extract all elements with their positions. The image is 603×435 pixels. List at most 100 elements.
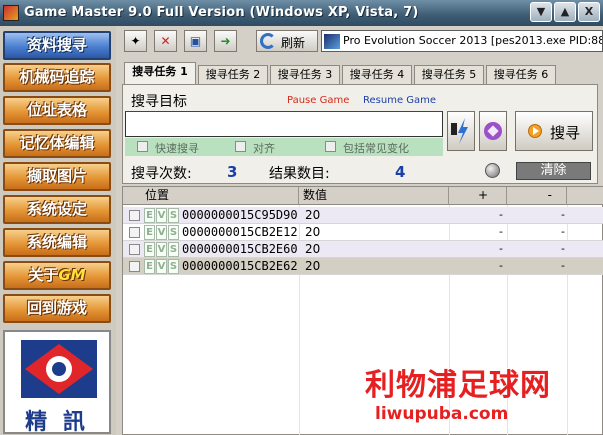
save-badge-icon: S [168, 225, 179, 240]
row-plus[interactable]: - [499, 225, 503, 238]
close-button[interactable]: X [578, 2, 600, 22]
row-checkbox[interactable] [129, 261, 140, 272]
include-variations-label: 包括常见变化 [343, 142, 409, 155]
watermark: 利物浦足球网 liwupuba.com [365, 360, 603, 435]
search-tool-button[interactable] [479, 111, 507, 151]
row-minus[interactable]: - [561, 259, 565, 272]
sidebar-item-data-search[interactable]: 资料搜寻 [3, 31, 111, 60]
search-target-label: 搜寻目标 [131, 94, 187, 110]
sidebar-item-system-settings[interactable]: 系统设定 [3, 195, 111, 224]
result-count-label: 结果数目: [269, 166, 330, 182]
table-header: 位置 数值 + - [123, 187, 603, 205]
gm-logo-mark: GM [58, 266, 86, 284]
include-variations-checkbox[interactable] [325, 141, 336, 152]
row-plus[interactable]: - [499, 242, 503, 255]
column-header-plus[interactable]: + [449, 187, 507, 205]
process-name: Pro Evolution Soccer 2013 [pes2013.exe P… [343, 34, 603, 47]
brand-logo-icon [21, 340, 97, 398]
maximize-button[interactable]: ▲ [554, 2, 576, 22]
tab-search-task-4[interactable]: 搜寻任务 4 [342, 65, 412, 84]
refresh-icon [260, 33, 276, 49]
save-badge-icon: S [168, 242, 179, 257]
refresh-button[interactable]: 刷新 [256, 30, 318, 52]
tab-search-task-2[interactable]: 搜寻任务 2 [198, 65, 268, 84]
tab-search-task-3[interactable]: 搜寻任务 3 [270, 65, 340, 84]
column-header-value[interactable]: 数值 [299, 187, 449, 205]
sidebar-item-memory-edit[interactable]: 记忆体编辑 [3, 129, 111, 158]
row-address: 0000000015C95D90 [182, 208, 298, 222]
row-minus[interactable]: - [561, 208, 565, 221]
toolbar-stop-button[interactable]: ✕ [154, 30, 177, 52]
search-count-label: 搜寻次数: [131, 166, 192, 182]
table-row[interactable]: E V S 0000000015C95D90 20 - - [123, 207, 603, 224]
app-icon [3, 5, 19, 21]
column-header-minus[interactable]: - [507, 187, 567, 205]
column-header-address[interactable]: 位置 [123, 187, 299, 205]
brand-logo-text: 精 訊 [25, 410, 89, 435]
sidebar-item-address-table[interactable]: 位址表格 [3, 96, 111, 125]
sidebar: 资料搜寻 机械码追踪 位址表格 记忆体编辑 撷取图片 系统设定 系统编辑 关于G… [0, 26, 116, 435]
edit-badge-icon: E [144, 225, 155, 240]
search-value-input[interactable] [125, 111, 443, 137]
tab-search-task-5[interactable]: 搜寻任务 5 [414, 65, 484, 84]
view-badge-icon: V [156, 242, 167, 257]
row-address: 0000000015CB2E12 [182, 225, 298, 239]
save-badge-icon: S [168, 259, 179, 274]
clear-button[interactable]: 清除 [516, 162, 591, 180]
toolbar-plugin-button[interactable]: ✦ [124, 30, 147, 52]
view-badge-icon: V [156, 208, 167, 223]
tab-search-task-6[interactable]: 搜寻任务 6 [486, 65, 556, 84]
table-row[interactable]: E V S 0000000015CB2E60 20 - - [123, 241, 603, 258]
sidebar-item-capture-image[interactable]: 撷取图片 [3, 162, 111, 191]
game-process-icon [324, 34, 340, 49]
pause-game-link[interactable]: Pause Game [287, 95, 349, 106]
view-badge-icon: V [156, 259, 167, 274]
align-checkbox[interactable] [235, 141, 246, 152]
sidebar-item-system-edit[interactable]: 系统编辑 [3, 228, 111, 257]
minimize-button[interactable]: ▼ [530, 2, 552, 22]
sidebar-item-about[interactable]: 关于GM [3, 261, 111, 290]
search-button-label: 搜寻 [550, 124, 581, 142]
search-button[interactable]: 搜寻 [515, 111, 593, 151]
toolbar: ✦ ✕ ▣ ➜ 刷新 Pro Evolution Soccer 2013 [pe… [118, 28, 603, 55]
fast-search-checkbox[interactable] [137, 141, 148, 152]
row-value[interactable]: 20 [305, 259, 320, 273]
process-selector[interactable]: Pro Evolution Soccer 2013 [pes2013.exe P… [321, 30, 603, 52]
resume-game-link[interactable]: Resume Game [363, 95, 436, 106]
search-type-button[interactable] [447, 111, 475, 151]
arrow-icon: ➜ [220, 34, 231, 48]
row-value[interactable]: 20 [305, 225, 320, 239]
watermark-url: liwupuba.com [375, 404, 509, 424]
row-address: 0000000015CB2E62 [182, 259, 298, 273]
row-checkbox[interactable] [129, 244, 140, 255]
tab-search-task-1[interactable]: 搜寻任务 1 [124, 62, 196, 84]
cross-icon: ✕ [160, 34, 171, 48]
sidebar-item-return-to-game[interactable]: 回到游戏 [3, 294, 111, 323]
toolbar-load-button[interactable]: ➜ [214, 30, 237, 52]
sidebar-item-code-trace[interactable]: 机械码追踪 [3, 63, 111, 92]
brand-logo: 精 訊 [3, 330, 111, 435]
row-minus[interactable]: - [561, 225, 565, 238]
row-checkbox[interactable] [129, 210, 140, 221]
play-icon [528, 124, 542, 138]
row-checkbox[interactable] [129, 227, 140, 238]
status-indicator-icon [485, 163, 500, 178]
row-plus[interactable]: - [499, 259, 503, 272]
lightning-icon [451, 118, 468, 144]
window-title: Game Master 9.0 Full Version (Windows XP… [24, 5, 419, 20]
result-count-value: 4 [395, 163, 406, 181]
row-value[interactable]: 20 [305, 208, 320, 222]
row-value[interactable]: 20 [305, 242, 320, 256]
row-minus[interactable]: - [561, 242, 565, 255]
row-address: 0000000015CB2E60 [182, 242, 298, 256]
save-badge-icon: S [168, 208, 179, 223]
table-row[interactable]: E V S 0000000015CB2E62 20 - - [123, 258, 603, 275]
search-options: 快速搜寻 对齐 包括常见变化 [125, 138, 443, 156]
search-panel: 搜寻目标 Pause Game Resume Game 快速搜寻 对齐 包括常见… [122, 84, 598, 184]
eraser-icon [484, 122, 502, 140]
puzzle-icon: ✦ [130, 34, 141, 48]
toolbar-save-button[interactable]: ▣ [184, 30, 207, 52]
row-plus[interactable]: - [499, 208, 503, 221]
disk-icon: ▣ [189, 34, 202, 48]
table-row[interactable]: E V S 0000000015CB2E12 20 - - [123, 224, 603, 241]
